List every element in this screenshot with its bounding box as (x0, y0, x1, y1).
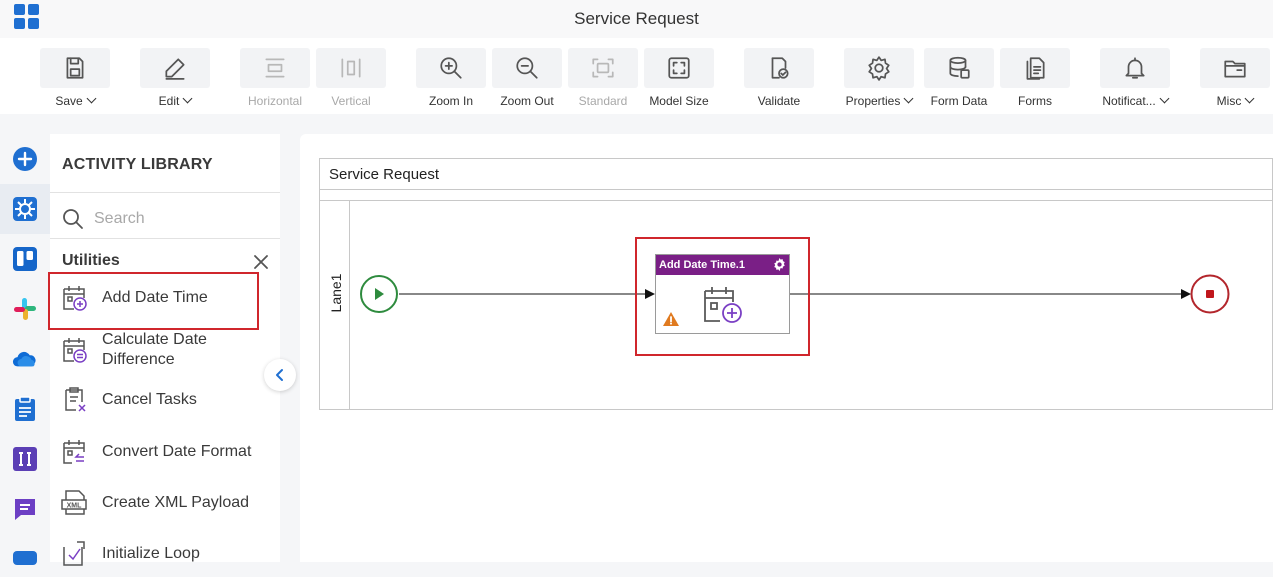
end-event[interactable] (1190, 274, 1232, 316)
task-add-date-time[interactable]: Add Date Time.1 (655, 254, 790, 334)
start-event[interactable] (359, 274, 399, 314)
add-date-time-icon (704, 287, 742, 323)
task-title: Add Date Time.1 (656, 255, 789, 275)
stop-icon (1206, 290, 1214, 298)
warning-icon (663, 312, 679, 326)
gear-icon[interactable] (772, 257, 787, 272)
